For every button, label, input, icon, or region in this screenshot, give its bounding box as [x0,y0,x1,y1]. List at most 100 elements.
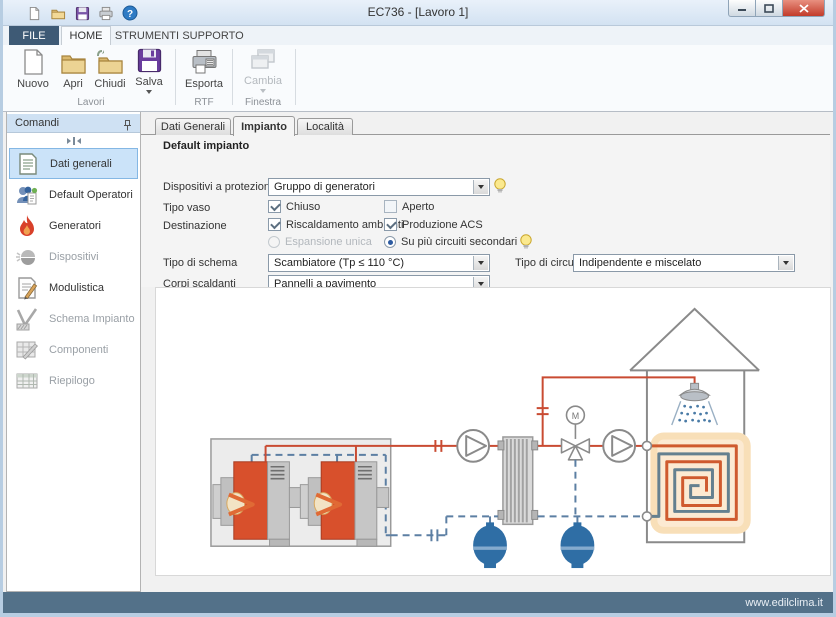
sidebar-item-riepilogo[interactable]: Riepilogo [9,365,138,396]
tab-strumenti[interactable]: STRUMENTI [115,26,179,45]
radio-disabled-icon [268,236,280,248]
expansion-vessel-2 [561,522,595,568]
open-folder-icon [60,48,87,75]
chevron-down-icon [783,261,789,265]
sidebar-item-label: Generatori [49,220,101,232]
group-separator [175,49,176,105]
group-label-rtf: RTF [179,97,229,108]
tab-file[interactable]: FILE [9,26,59,45]
tipo-schema-combobox[interactable]: Scambiatore (Tp ≤ 110 °C) [268,254,490,272]
group-separator [232,49,233,105]
checkbox-checked-icon[interactable] [384,218,397,231]
chevron-down-icon [478,282,484,286]
window-title: EC736 - [Lavoro 1] [3,5,833,19]
close-folder-icon [96,48,124,75]
tipo-vaso-label: Tipo vaso [163,202,210,214]
maximize-button[interactable] [756,0,783,17]
sidebar-item-label: Dati generali [50,158,112,170]
summary-icon [15,369,39,393]
checkbox-checked-icon[interactable] [268,218,281,231]
collapse-bar-icon [73,137,75,145]
group-label-finestra: Finestra [235,97,291,108]
sidebar-item-dati-generali[interactable]: Dati generali [9,148,138,179]
tipo-schema-value: Scambiatore (Tp ≤ 110 °C) [274,257,404,269]
export-printer-icon [191,48,218,75]
collapse-left-icon [77,138,81,144]
save-floppy-icon [137,48,162,73]
sidebar-item-label: Dispositivi [49,251,99,263]
chiudi-button[interactable]: Chiudi [91,48,129,92]
checkbox-unchecked-icon[interactable] [384,200,397,213]
sidebar-item-generatori[interactable]: Generatori [9,210,138,241]
sidebar-item-label: Riepilogo [49,375,95,387]
sidebar-item-componenti[interactable]: Componenti [9,334,138,365]
section-title: Default impianto [163,140,249,152]
sidebar-item-dispositivi[interactable]: Dispositivi [9,241,138,272]
cambia-dropdown-icon [260,89,266,93]
sidebar-item-label: Componenti [49,344,108,356]
main-area: Comandi Dati generali Defau [3,112,833,592]
plate-heat-exchanger [498,437,538,524]
group-separator [295,49,296,105]
new-document-icon [21,48,45,75]
operators-icon [15,183,39,207]
group-label-lavori: Lavori [11,97,171,108]
produzione-acs-checkbox[interactable]: Produzione ACS [384,218,483,231]
protezione-combobox[interactable]: Gruppo di generatori [268,178,490,196]
sidebar-item-label: Default Operatori [49,189,133,201]
tab-home[interactable]: HOME [61,26,111,45]
sidebar-item-default-operatori[interactable]: Default Operatori [9,179,138,210]
motorized-mixing-valve: M [562,406,590,460]
sidebar-comandi: Comandi Dati generali Defau [6,112,141,592]
expansion-vessel-1 [473,522,507,568]
status-bar: www.edilclima.it [3,592,833,613]
esporta-button[interactable]: Esporta [181,48,227,92]
forms-icon [15,276,39,300]
sidebar-header: Comandi [7,114,140,133]
sidebar-item-modulistica[interactable]: Modulistica [9,272,138,303]
combo-arrow-button[interactable] [473,256,488,270]
hint-bulb-icon[interactable] [493,178,507,194]
window-controls [728,0,825,17]
tab-impianto[interactable]: Impianto [233,116,295,136]
edilclima-link[interactable]: www.edilclima.it [745,597,823,609]
cambia-button: Cambia [237,48,289,92]
return-valve-ticks [431,529,437,541]
svg-text:M: M [572,411,579,421]
flame-icon [15,214,39,238]
hint-bulb-icon[interactable] [519,234,533,250]
close-button[interactable] [783,0,825,17]
minimize-button[interactable] [728,0,756,17]
radio-selected-icon[interactable] [384,236,396,248]
nuovo-button[interactable]: Nuovo [13,48,53,92]
tab-dati-generali[interactable]: Dati Generali [155,118,231,135]
sidebar-item-schema-impianto[interactable]: Schema Impianto [9,303,138,334]
circuiti-secondari-radio[interactable]: Su più circuiti secondari [384,236,517,248]
aperto-checkbox[interactable]: Aperto [384,200,434,213]
apri-button[interactable]: Apri [55,48,91,92]
secondary-pump [603,430,635,462]
collapse-right-icon [67,138,71,144]
tipo-circuito-combobox[interactable]: Indipendente e miscelato [573,254,795,272]
checkbox-checked-icon[interactable] [268,200,281,213]
salva-dropdown-icon[interactable] [146,90,152,94]
heating-system-diagram: M [156,288,830,575]
ribbon-tab-strip: FILE HOME STRUMENTI SUPPORTO [3,26,833,45]
chevron-down-icon [478,185,484,189]
return-wall-connector [642,512,651,521]
tipo-circuito-value: Indipendente e miscelato [579,257,701,269]
sidebar-collapse-handle[interactable] [7,134,140,147]
window-frame-bottom [3,613,833,617]
schema-diagram-panel: M [155,287,831,576]
sidebar-item-label: Modulistica [49,282,104,294]
tab-localita[interactable]: Località [297,118,353,135]
combo-arrow-button[interactable] [473,180,488,194]
destinazione-label: Destinazione [163,220,227,232]
salva-button[interactable]: Salva [129,48,169,92]
combo-arrow-button[interactable] [778,256,793,270]
tab-supporto[interactable]: SUPPORTO [183,26,243,45]
chevron-down-icon [478,261,484,265]
chiuso-checkbox[interactable]: Chiuso [268,200,320,213]
protezione-value: Gruppo di generatori [274,181,375,193]
default-impianto-form: Default impianto Dispositivi a protezion… [141,135,830,287]
